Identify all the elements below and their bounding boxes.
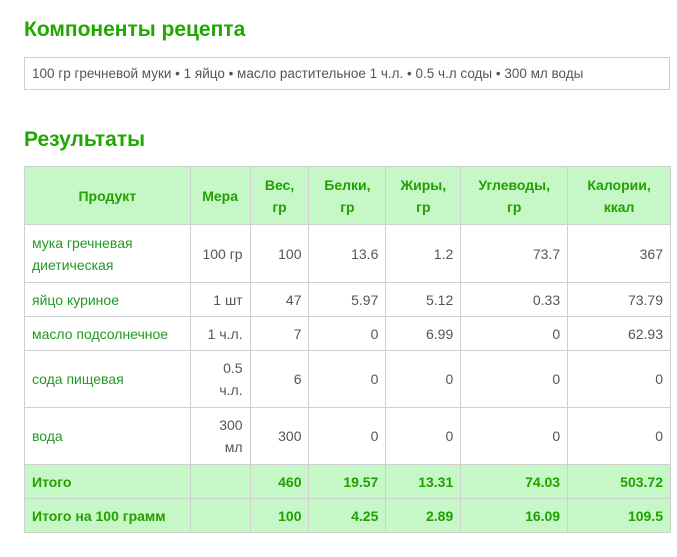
total-protein: 4.25 (308, 498, 387, 533)
product-link[interactable]: вода (24, 407, 191, 465)
protein-cell: 13.6 (308, 224, 387, 283)
table-row: мука гречневая диетическая 100 гр 100 13.… (24, 224, 671, 283)
ingredients-text: 100 гр гречневой муки • 1 яйцо • масло р… (24, 57, 670, 90)
col-measure: Мера (189, 166, 251, 225)
table-row: масло подсолнечное 1 ч.л. 7 0 6.99 0 62.… (24, 316, 671, 351)
total-carbs: 16.09 (460, 498, 569, 533)
table-row: сода пищевая 0.5 ч.л. 6 0 0 0 0 (24, 350, 671, 408)
protein-cell: 0 (308, 350, 387, 408)
calories-cell: 367 (567, 224, 671, 283)
calories-cell: 62.93 (567, 316, 671, 351)
col-product: Продукт (24, 166, 191, 225)
weight-cell: 47 (249, 282, 310, 317)
table-row: вода 300 мл 300 0 0 0 0 (24, 407, 671, 465)
carbs-cell: 0.33 (460, 282, 569, 317)
carbs-cell: 73.7 (460, 224, 569, 283)
results-heading: Результаты (24, 128, 146, 151)
measure-cell: 100 гр (189, 224, 251, 283)
total-fat: 2.89 (385, 498, 462, 533)
ingredients-heading: Компоненты рецепта (24, 18, 246, 41)
col-weight: Вес, гр (249, 166, 310, 225)
weight-cell: 7 (249, 316, 310, 351)
total-row: Итого 460 19.57 13.31 74.03 503.72 (24, 464, 671, 499)
measure-cell: 1 шт (189, 282, 251, 317)
calories-cell: 73.79 (567, 282, 671, 317)
fat-cell: 0 (385, 350, 462, 408)
total-carbs: 74.03 (460, 464, 569, 499)
total-measure-cell (189, 464, 251, 499)
protein-cell: 0 (308, 316, 387, 351)
total-fat: 13.31 (385, 464, 462, 499)
measure-cell: 1 ч.л. (189, 316, 251, 351)
fat-cell: 0 (385, 407, 462, 465)
weight-cell: 300 (249, 407, 310, 465)
col-calories: Калории, ккал (567, 166, 671, 225)
protein-cell: 5.97 (308, 282, 387, 317)
fat-cell: 5.12 (385, 282, 462, 317)
fat-cell: 1.2 (385, 224, 462, 283)
total-label: Итого (24, 464, 191, 499)
total-weight: 460 (249, 464, 310, 499)
product-link[interactable]: мука гречневая диетическая (24, 224, 191, 283)
total-per-100g-row: Итого на 100 грамм 100 4.25 2.89 16.09 1… (24, 498, 671, 533)
product-link[interactable]: яйцо куриное (24, 282, 191, 317)
total-protein: 19.57 (308, 464, 387, 499)
page: Компоненты рецепта 100 гр гречневой муки… (0, 0, 677, 557)
total-weight: 100 (249, 498, 310, 533)
results-table: Продукт Мера Вес, гр Белки, гр Жиры, гр Угл… (24, 166, 671, 533)
total-measure-cell (189, 498, 251, 533)
weight-cell: 100 (249, 224, 310, 283)
carbs-cell: 0 (460, 316, 569, 351)
total-calories: 503.72 (567, 464, 671, 499)
col-protein: Белки, гр (308, 166, 387, 225)
table-row: яйцо куриное 1 шт 47 5.97 5.12 0.33 73.7… (24, 282, 671, 317)
carbs-cell: 0 (460, 407, 569, 465)
col-carbs: Углеводы, гр (460, 166, 569, 225)
total-calories: 109.5 (567, 498, 671, 533)
carbs-cell: 0 (460, 350, 569, 408)
calories-cell: 0 (567, 350, 671, 408)
calories-cell: 0 (567, 407, 671, 465)
weight-cell: 6 (249, 350, 310, 408)
product-link[interactable]: масло подсолнечное (24, 316, 191, 351)
product-link[interactable]: сода пищевая (24, 350, 191, 408)
measure-cell: 300 мл (189, 407, 251, 465)
table-header-row: Продукт Мера Вес, гр Белки, гр Жиры, гр Угл… (24, 166, 671, 225)
measure-cell: 0.5 ч.л. (189, 350, 251, 408)
total-per-100g-label: Итого на 100 грамм (24, 498, 191, 533)
fat-cell: 6.99 (385, 316, 462, 351)
protein-cell: 0 (308, 407, 387, 465)
col-fat: Жиры, гр (385, 166, 462, 225)
